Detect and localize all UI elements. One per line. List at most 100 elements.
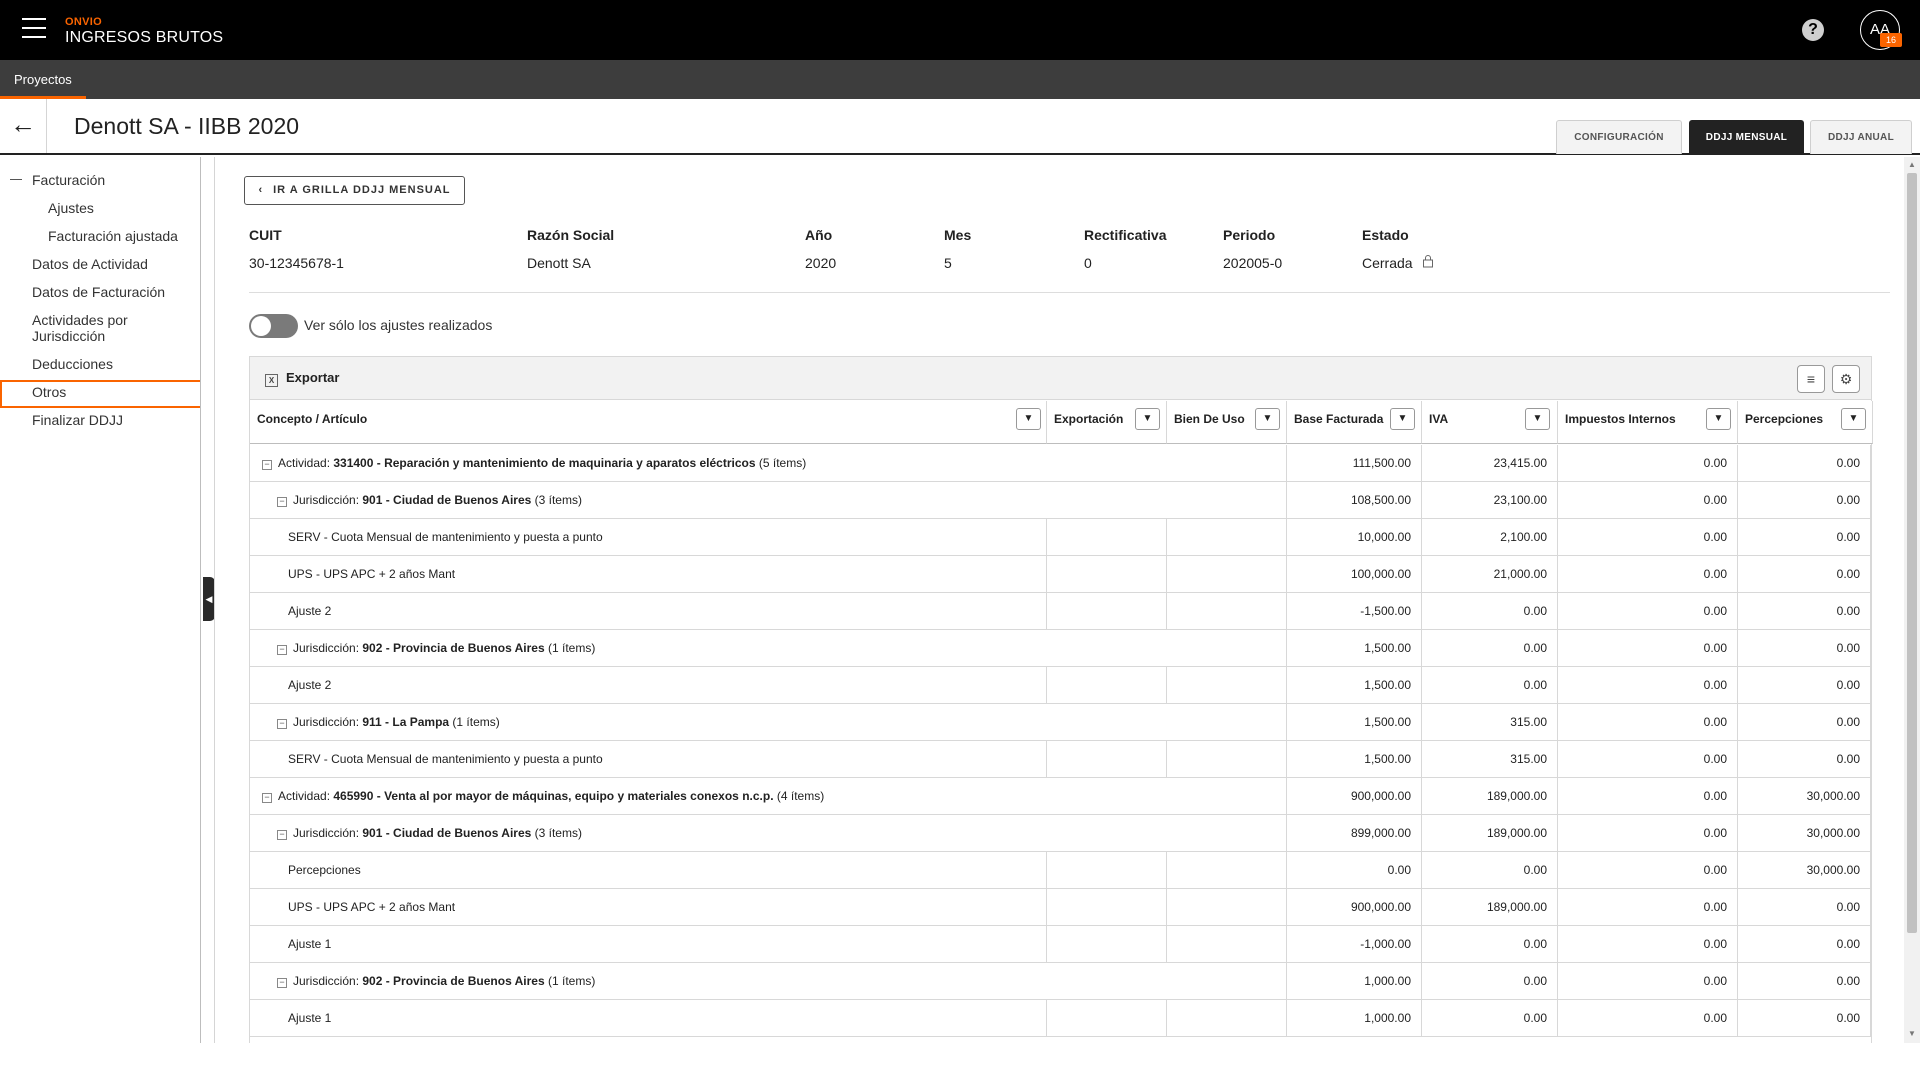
base-facturada-cell: 900,000.00 [1287, 889, 1422, 925]
row-text: SERV - Cuota Mensual de mantenimiento y … [288, 752, 603, 766]
base-facturada-cell: 900,000.00 [1287, 778, 1422, 814]
scroll-thumb[interactable] [1907, 173, 1917, 933]
columns-menu-icon[interactable]: ≡ [1797, 365, 1825, 393]
row-text: UPS - UPS APC + 2 años Mant [288, 567, 456, 581]
impuestos-internos-cell: 0.00 [1558, 445, 1738, 481]
scrollbar[interactable]: ▲ ▼ [1904, 157, 1920, 1043]
tab-ddjj-anual[interactable]: DDJJ ANUAL [1810, 120, 1912, 154]
chevron-down-icon[interactable]: ▼ [1390, 408, 1415, 430]
collapse-row-icon[interactable]: − [262, 793, 272, 803]
table-row: Ajuste 2 1,500.00 0.00 0.00 0.00 [250, 667, 1871, 704]
row-prefix: Jurisdicción: [293, 826, 363, 840]
sidebar-item-finalizar-ddjj[interactable]: Finalizar DDJJ [32, 412, 123, 428]
info-value-anio: 2020 [805, 255, 837, 271]
sidebar-group-facturacion[interactable]: Facturación [32, 172, 105, 188]
collapse-row-icon[interactable]: − [277, 645, 287, 655]
collapse-row-icon[interactable]: − [262, 460, 272, 470]
table-row: UPS - UPS APC + 2 años Mant 100,000.00 21,… [250, 556, 1871, 593]
group-row: − Jurisdicción: 901 - Ciudad de Buenos Ai… [250, 815, 1871, 852]
exportacion-cell [1047, 519, 1167, 555]
percepciones-cell: 0.00 [1738, 630, 1871, 666]
iva-cell: 0.00 [1422, 926, 1558, 962]
back-arrow-icon[interactable]: ← [0, 99, 47, 153]
impuestos-internos-cell: 0.00 [1558, 963, 1738, 999]
group-row: − Jurisdicción: 901 - Ciudad de Buenos Ai… [250, 482, 1871, 519]
impuestos-internos-cell: 0.00 [1558, 630, 1738, 666]
chevron-down-icon[interactable]: ▼ [1135, 408, 1160, 430]
tab-proyectos[interactable]: Proyectos [0, 60, 86, 99]
row-code: 902 - Provincia de Buenos Aires [362, 974, 545, 988]
exportacion-cell [1047, 889, 1167, 925]
info-label-cuit: CUIT [249, 227, 282, 243]
sidebar-item-actividades-jurisdiccion[interactable]: Actividades por Jurisdicción [32, 312, 162, 344]
row-text: Ajuste 1 [288, 937, 332, 951]
scroll-up-icon[interactable]: ▲ [1908, 160, 1916, 169]
group-row: − Jurisdicción: 902 - Provincia de Buenos… [250, 963, 1871, 1000]
back-to-grid-button[interactable]: ‹ IR A GRILLA DDJJ MENSUAL [244, 176, 465, 205]
iva-cell: 0.00 [1422, 1000, 1558, 1036]
bien-de-uso-cell [1167, 741, 1287, 777]
back-to-grid-label: IR A GRILLA DDJJ MENSUAL [273, 184, 451, 196]
collapse-row-icon[interactable]: − [277, 497, 287, 507]
bien-de-uso-cell [1167, 889, 1287, 925]
chevron-down-icon[interactable]: ▼ [1841, 408, 1866, 430]
sidebar-item-facturacion-ajustada[interactable]: Facturación ajustada [48, 228, 178, 244]
table-row: Ajuste 1 1,000.00 0.00 0.00 0.00 [250, 1000, 1871, 1037]
base-facturada-cell: -1,000.00 [1287, 926, 1422, 962]
help-icon[interactable]: ? [1802, 19, 1824, 41]
collapse-row-icon[interactable]: − [277, 719, 287, 729]
column-header-iva: IVA ▼ [1422, 401, 1558, 444]
base-facturada-cell: 1,500.00 [1287, 704, 1422, 740]
percepciones-cell: 0.00 [1738, 519, 1871, 555]
column-header-label: Bien De Uso [1174, 412, 1245, 426]
sidebar-item-datos-actividad[interactable]: Datos de Actividad [32, 256, 148, 272]
concepto-cell: SERV - Cuota Mensual de mantenimiento y … [250, 519, 1047, 555]
row-count: (5 ítems) [755, 456, 807, 470]
row-prefix: Jurisdicción: [293, 493, 363, 507]
export-button[interactable]: X Exportar [265, 370, 339, 387]
menu-icon[interactable] [22, 18, 46, 38]
impuestos-internos-cell: 0.00 [1558, 889, 1738, 925]
percepciones-cell: 0.00 [1738, 741, 1871, 777]
info-value-periodo: 202005-0 [1223, 255, 1283, 271]
tab-configuracion[interactable]: CONFIGURACIÓN [1556, 120, 1682, 154]
app-title: INGRESOS BRUTOS [65, 29, 224, 46]
collapse-row-icon[interactable]: − [277, 830, 287, 840]
info-label-periodo: Periodo [1223, 227, 1276, 243]
column-header-label: Base Facturada [1294, 412, 1384, 426]
chevron-down-icon[interactable]: ▼ [1525, 408, 1550, 430]
gear-icon[interactable]: ⚙ [1832, 365, 1860, 393]
info-label-rectificativa: Rectificativa [1084, 227, 1167, 243]
table-row: SERV - Cuota Mensual de mantenimiento y … [250, 741, 1871, 778]
exportacion-cell [1047, 556, 1167, 592]
concepto-cell: − Actividad: 465990 - Venta al por mayor … [250, 778, 1287, 814]
collapse-group-icon[interactable] [10, 179, 22, 180]
chevron-down-icon[interactable]: ▼ [1706, 408, 1731, 430]
row-code: 331400 - Reparación y mantenimiento de m… [333, 456, 756, 470]
sidebar-item-otros[interactable]: Otros [32, 384, 66, 400]
percepciones-cell: 30,000.00 [1738, 852, 1871, 888]
collapse-row-icon[interactable]: − [277, 978, 287, 988]
table-row: Ajuste 2 -1,500.00 0.00 0.00 0.00 [250, 593, 1871, 630]
percepciones-cell: 0.00 [1738, 926, 1871, 962]
chevron-left-icon: ‹ [258, 184, 264, 196]
adjustments-only-toggle[interactable] [249, 314, 298, 338]
exportacion-cell [1047, 667, 1167, 703]
chevron-down-icon[interactable]: ▼ [1255, 408, 1280, 430]
impuestos-internos-cell: 0.00 [1558, 926, 1738, 962]
chevron-down-icon[interactable]: ▼ [1016, 408, 1041, 430]
tab-ddjj-mensual[interactable]: DDJJ MENSUAL [1689, 120, 1804, 154]
row-prefix: Jurisdicción: [293, 715, 363, 729]
sidebar-item-datos-facturacion[interactable]: Datos de Facturación [32, 284, 165, 300]
sidebar-item-deducciones[interactable]: Deducciones [32, 356, 113, 372]
row-code: 465990 - Venta al por mayor de máquinas,… [333, 789, 774, 803]
sidebar-item-ajustes[interactable]: Ajustes [48, 200, 94, 216]
base-facturada-cell: 1,500.00 [1287, 667, 1422, 703]
row-text: Ajuste 2 [288, 678, 332, 692]
base-facturada-cell: 108,500.00 [1287, 482, 1422, 518]
base-facturada-cell: 1,000.00 [1287, 1000, 1422, 1036]
row-count: (1 ítems) [544, 641, 596, 655]
row-text: Percepciones [288, 863, 361, 877]
scroll-down-icon[interactable]: ▼ [1908, 1029, 1916, 1038]
row-code: 911 - La Pampa [362, 715, 450, 729]
